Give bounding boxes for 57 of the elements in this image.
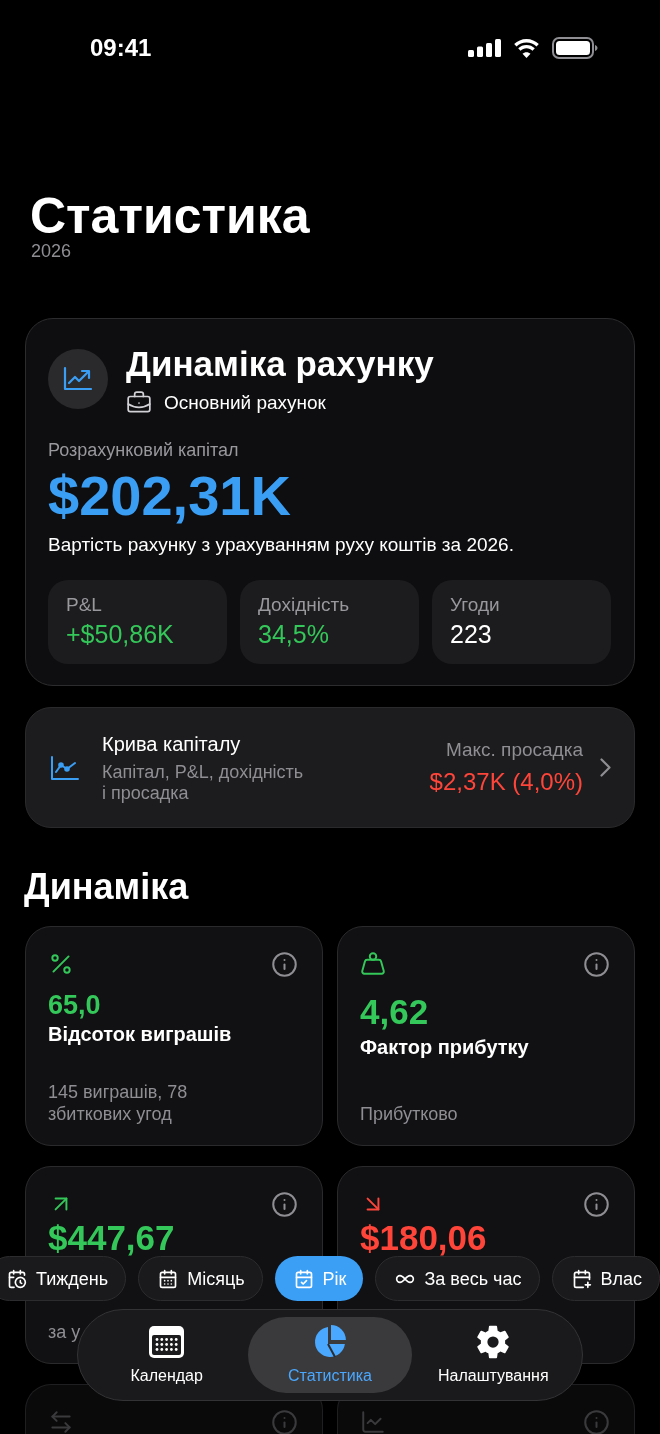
metric-value: $180,06 <box>360 1220 487 1256</box>
metric-value: 65,0 <box>48 989 101 1021</box>
metric-note: за у <box>48 1321 81 1343</box>
calendar-check-icon <box>293 1268 314 1289</box>
account-name: Основний рахунок <box>164 391 326 415</box>
metric-label: Фактор прибутку <box>360 1035 529 1060</box>
stat-label: Дохідність <box>258 593 350 617</box>
settings-icon <box>475 1324 512 1360</box>
period-chip[interactable]: За весь час <box>375 1256 540 1301</box>
period-chip[interactable]: Тиждень <box>0 1256 127 1301</box>
metric-note: 145 виграшів, 78 збиткових угод <box>48 1081 189 1125</box>
weight-icon <box>360 951 386 977</box>
curve-subtitle: Капітал, P&L, дохідність і просадка <box>102 762 305 804</box>
status-time: 09:41 <box>90 33 152 63</box>
stat-value: 34,5% <box>258 619 329 649</box>
period-chip[interactable]: Місяць <box>138 1256 263 1301</box>
line-chart-icon <box>50 754 80 781</box>
card-title: Динаміка рахунку <box>126 344 434 384</box>
stat-value: 223 <box>450 619 492 649</box>
stat-label: P&L <box>66 593 102 617</box>
tab-item[interactable]: Статистика <box>248 1317 412 1393</box>
stat-value: +$50,86K <box>66 619 174 649</box>
pie-chart-icon <box>312 1324 348 1360</box>
capital-value: $202,31K <box>48 466 291 526</box>
signal-icon <box>468 39 501 57</box>
percent-icon <box>48 951 74 977</box>
metric-value: 4,62 <box>360 992 429 1032</box>
metric-value: $447,67 <box>48 1220 175 1256</box>
equity-curve-card[interactable]: Крива капіталу Капітал, P&L, дохідність і просадка Макс. просадка $2,37K (4,0%) <box>25 707 635 828</box>
tab-item[interactable]: Налаштування <box>411 1317 575 1393</box>
curve-title: Крива капіталу <box>102 732 241 757</box>
stat-label: Угоди <box>450 593 500 617</box>
calendar-icon <box>149 1326 185 1358</box>
drawdown-value: $2,37K (4,0%) <box>429 767 583 797</box>
capital-label: Розрахунковий капітал <box>48 439 239 461</box>
page-subtitle: 2026 <box>31 240 72 262</box>
period-chip[interactable]: Влас <box>551 1256 660 1301</box>
tab-item[interactable]: Календар <box>85 1317 249 1393</box>
info-icon[interactable] <box>583 1190 610 1218</box>
drawdown-label: Макс. просадка <box>445 738 583 762</box>
chevron-right-icon <box>600 758 611 777</box>
calendar-plus-icon <box>571 1268 592 1289</box>
battery-icon <box>552 37 598 59</box>
metric-note: Прибутково <box>360 1103 458 1125</box>
info-icon[interactable] <box>583 950 610 978</box>
line-chart-icon <box>360 1409 386 1434</box>
capital-description: Вартість рахунку з урахуванням руху коштів за 2026. <box>48 533 514 557</box>
calendar-clock-icon <box>7 1268 27 1289</box>
swap-arrows-icon <box>48 1409 74 1434</box>
info-icon[interactable] <box>271 1190 298 1218</box>
calendar-icon <box>158 1268 179 1289</box>
briefcase-icon <box>126 390 152 416</box>
info-icon[interactable] <box>271 950 298 978</box>
section-title: Динаміка <box>24 866 189 908</box>
wifi-icon <box>512 37 541 59</box>
page-title: Статистика <box>30 190 310 242</box>
metric-label: Відсоток виграшів <box>48 1022 232 1047</box>
